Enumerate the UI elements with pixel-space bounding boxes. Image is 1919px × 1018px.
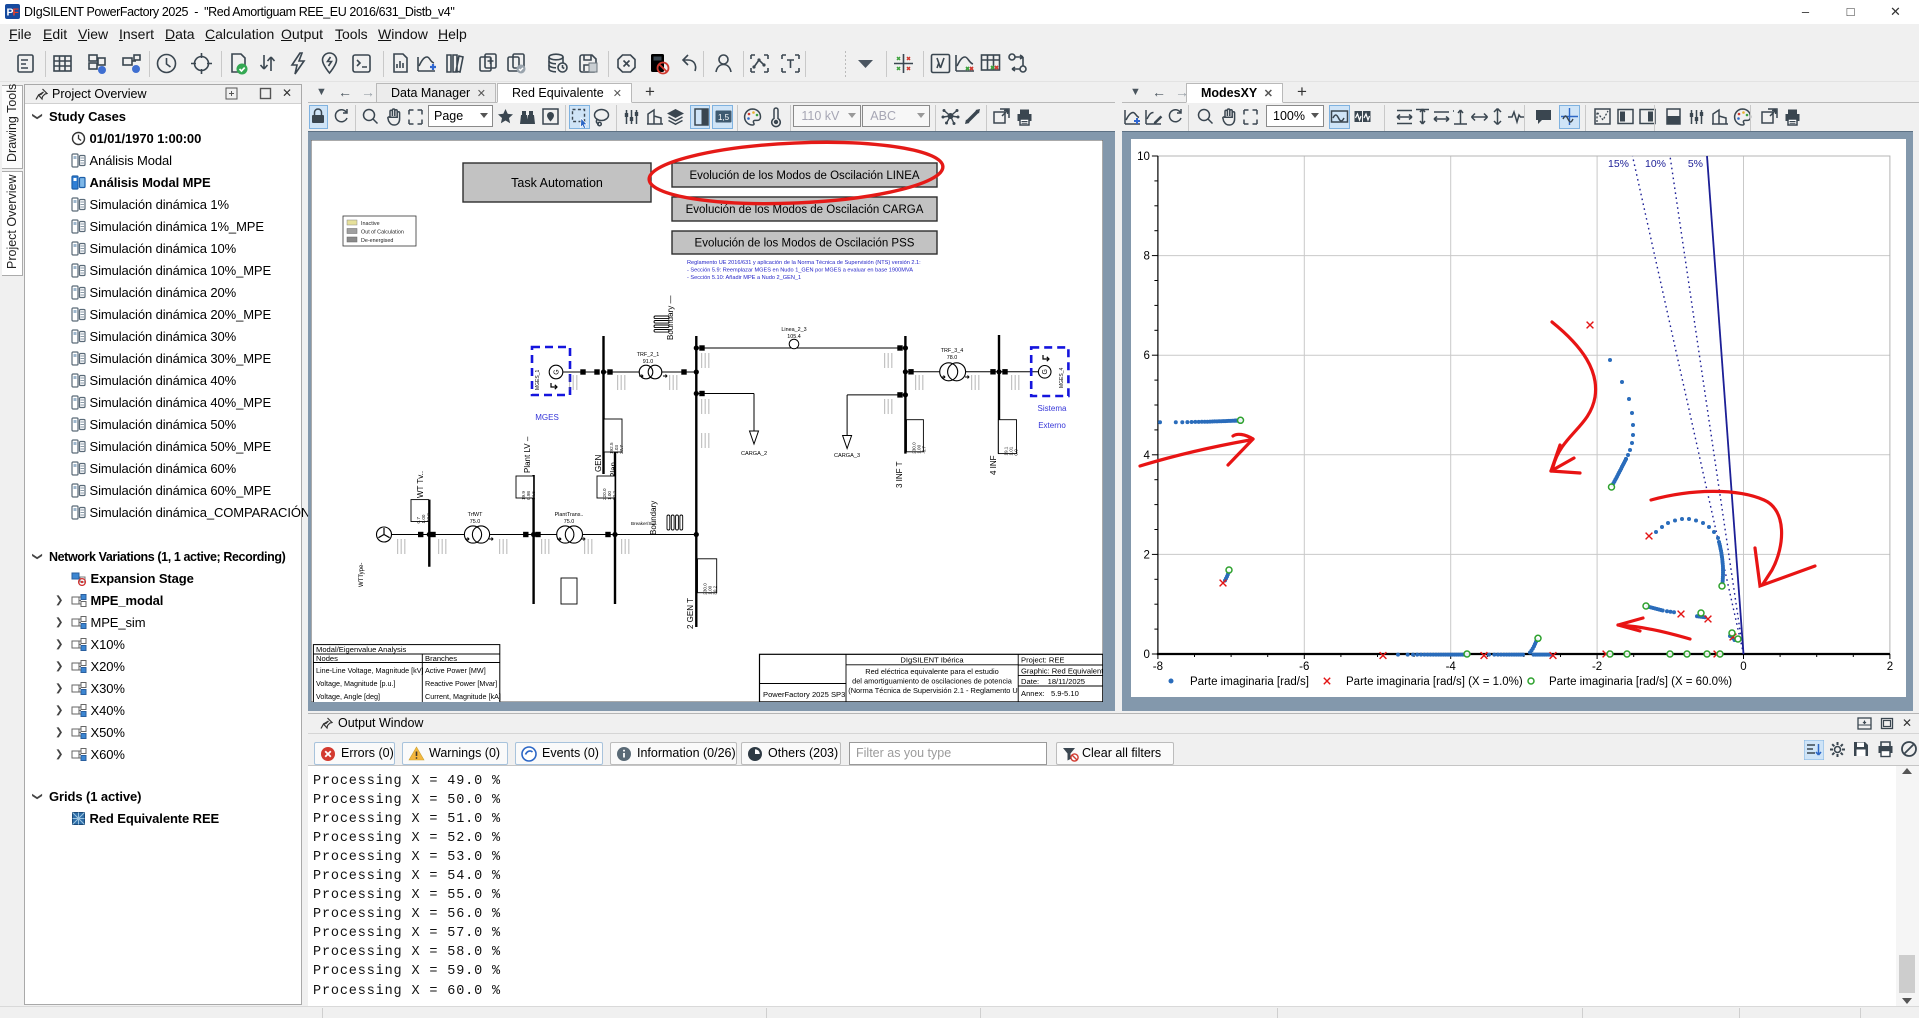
svg-text:Current, Magnitude [kA]: Current, Magnitude [kA]	[425, 692, 501, 701]
svg-text:0.0: 0.0	[1013, 449, 1018, 456]
svg-text:-6: -6	[1299, 661, 1309, 673]
svg-text:MGES: MGES	[535, 413, 559, 422]
svg-text:G: G	[554, 369, 561, 374]
svg-text:-4: -4	[1446, 661, 1457, 673]
svg-text:Externo: Externo	[1038, 421, 1066, 430]
svg-text:TRF_2_1: TRF_2_1	[637, 352, 659, 358]
svg-text:Parte imaginaria [rad/s] (X =: Parte imaginaria [rad/s] (X = 60.0%)	[1549, 676, 1732, 688]
svg-text:Linea_2_3: Linea_2_3	[781, 327, 806, 333]
svg-text:del amortiguamiento de oscilac: del amortiguamiento de oscilaciones de p…	[852, 677, 1013, 686]
svg-text:5%: 5%	[1688, 158, 1703, 170]
svg-text:Modal/Eigenvalue Analysis: Modal/Eigenvalue Analysis	[316, 645, 407, 654]
svg-text:-92.9: -92.9	[426, 513, 431, 524]
svg-text:F: F	[13, 7, 20, 19]
svg-text:Reactive Power [Mvar]: Reactive Power [Mvar]	[425, 679, 497, 688]
svg-text:(Norma Técnica de Supervisión: (Norma Técnica de Supervisión 2.1 - Regl…	[848, 686, 1018, 695]
svg-text:Date: 18/11/2025: Date: 18/11/2025	[1021, 677, 1085, 686]
svg-text:Reglamento UE 2016/631 y aplic: Reglamento UE 2016/631 y aplicación de l…	[687, 260, 921, 266]
svg-text:Parte imaginaria [rad/s]: Parte imaginaria [rad/s]	[1190, 676, 1309, 688]
svg-text:Boundary: Boundary	[649, 501, 658, 535]
svg-text:75.0: 75.0	[470, 519, 481, 525]
svg-text:37.7: 37.7	[619, 445, 624, 454]
svg-text:8: 8	[1143, 251, 1149, 263]
svg-text:-0.7: -0.7	[922, 445, 927, 453]
svg-text:2: 2	[1887, 661, 1893, 673]
svg-text:Inactive: Inactive	[361, 221, 380, 227]
svg-text:De-energised: De-energised	[361, 238, 393, 244]
svg-text:4 INF: 4 INF	[989, 455, 998, 475]
svg-text:4: 4	[1143, 450, 1150, 462]
svg-text:2 GEN T: 2 GEN T	[686, 598, 695, 629]
svg-text:-2: -2	[1592, 661, 1602, 673]
svg-text:Voltage, Angle [deg]: Voltage, Angle [deg]	[316, 692, 380, 701]
svg-text:Plan...: Plan...	[609, 455, 618, 478]
svg-text:3 INF T: 3 INF T	[895, 461, 904, 488]
svg-text:Active Power [MW]: Active Power [MW]	[425, 666, 486, 675]
svg-text:MGES_1: MGES_1	[535, 369, 541, 390]
svg-text:15%: 15%	[1608, 158, 1629, 170]
svg-text:0: 0	[1143, 649, 1149, 661]
svg-text:TRF_3_4: TRF_3_4	[941, 348, 963, 354]
svg-text:TrfWT: TrfWT	[468, 512, 483, 518]
svg-text:30.2: 30.2	[713, 585, 718, 594]
svg-text:78.0: 78.0	[947, 355, 958, 361]
svg-text:30.2: 30.2	[612, 491, 617, 500]
svg-text:6: 6	[1143, 350, 1149, 362]
svg-text:Annex: 5.9-5.10: Annex: 5.9-5.10	[1021, 689, 1079, 698]
svg-text:Breaker/Sw..: Breaker/Sw..	[631, 521, 657, 526]
svg-text:CARGA_3: CARGA_3	[834, 453, 860, 459]
svg-text:-8: -8	[1153, 661, 1163, 673]
svg-text:WTType-: WTType-	[359, 563, 365, 587]
svg-text:CARGA_2: CARGA_2	[741, 451, 767, 457]
svg-text:10%: 10%	[1645, 158, 1666, 170]
svg-text:Red eléctrica equivalente para: Red eléctrica equivalente para el estudi…	[865, 667, 999, 676]
svg-text:Task Automation: Task Automation	[511, 176, 603, 190]
svg-text:Plant LV –: Plant LV –	[523, 436, 532, 473]
svg-text:64.5: 64.5	[531, 491, 536, 500]
svg-text:Evolución de los Modos de Osci: Evolución de los Modos de Oscilación CAR…	[686, 204, 924, 216]
svg-text:Voltage, Magnitude [p.u.]: Voltage, Magnitude [p.u.]	[316, 679, 396, 688]
svg-text:- Sección 5.10: Añadir MPE a N: - Sección 5.10: Añadir MPE a Nudo 2_GEN_…	[687, 275, 801, 281]
svg-text:PlantTrans..: PlantTrans..	[555, 512, 584, 518]
svg-text:MGES_4: MGES_4	[1059, 367, 1065, 388]
svg-text:1,5: 1,5	[717, 113, 729, 122]
svg-text:Parte imaginaria [rad/s] (X =: Parte imaginaria [rad/s] (X = 1.0%)	[1346, 676, 1523, 688]
svg-text:GEN: GEN	[594, 454, 603, 472]
svg-text:Branches: Branches	[425, 654, 457, 663]
svg-text:Graphic: Red Equivalente: Graphic: Red Equivalente	[1021, 667, 1103, 676]
svg-text:Project: REE: Project: REE	[1021, 656, 1064, 665]
svg-text:Sistema: Sistema	[1038, 404, 1067, 413]
svg-text:Evolución de los Modos de Osci: Evolución de los Modos de Oscilación LIN…	[689, 170, 919, 182]
svg-text:10: 10	[1137, 151, 1150, 163]
svg-text:- Sección 5.9: Reemplazar MGES: - Sección 5.9: Reemplazar MGES en Nudo 1…	[687, 268, 913, 274]
svg-text:Nodes: Nodes	[316, 654, 338, 663]
svg-text:DIgSILENT Ibérica: DIgSILENT Ibérica	[900, 656, 964, 665]
svg-text:0: 0	[1740, 661, 1746, 673]
svg-text:Out of Calculation: Out of Calculation	[361, 230, 404, 236]
svg-text:2: 2	[1143, 549, 1149, 561]
svg-text:Evolución de los Modos de Osci: Evolución de los Modos de Oscilación PSS	[695, 238, 915, 250]
svg-text:PowerFactory 2025 SP3: PowerFactory 2025 SP3	[763, 690, 845, 699]
svg-text:91.0: 91.0	[643, 359, 654, 365]
svg-text:Line-Line Voltage, Magnitude [: Line-Line Voltage, Magnitude [kV]	[316, 666, 424, 675]
svg-text:WT Tv..: WT Tv..	[416, 471, 425, 498]
svg-text:75.0: 75.0	[564, 519, 575, 525]
svg-text:G: G	[1042, 369, 1049, 374]
